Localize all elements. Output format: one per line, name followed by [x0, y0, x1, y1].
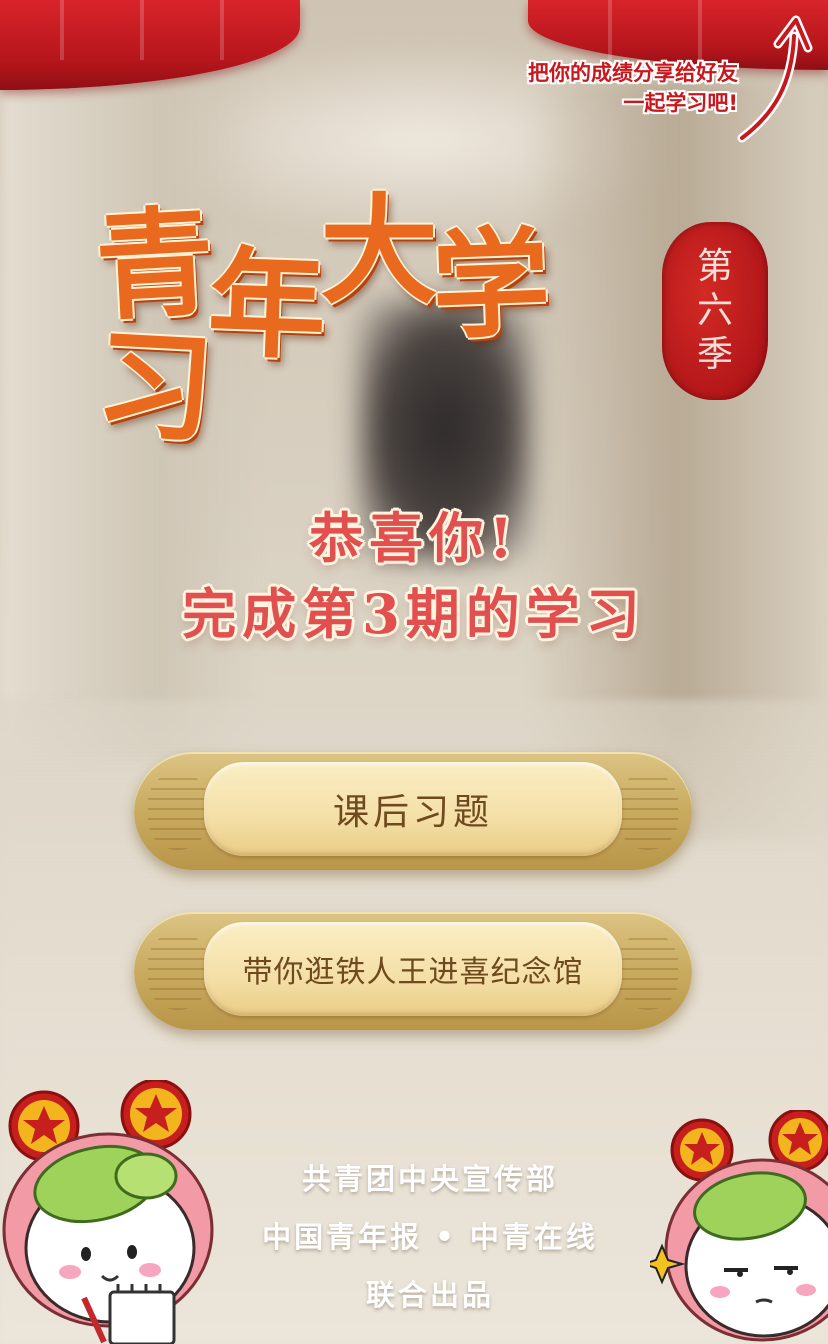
title-char: 青	[92, 192, 212, 337]
credits-line1: 共青团中央宣传部	[301, 1162, 558, 1196]
curtain-fold	[698, 0, 702, 60]
scroll-pattern	[148, 772, 208, 850]
share-hint-line2: 一起学习吧!	[623, 91, 738, 115]
credits-line2: 中国青年报 • 中青在线	[262, 1220, 598, 1254]
curtain-fold	[608, 0, 612, 60]
curtain-fold	[60, 0, 64, 60]
congrats-message: 恭喜你! 完成第3期的学习	[0, 500, 828, 652]
app-title: 青年大学习	[92, 192, 656, 459]
curtain-fold	[140, 0, 144, 60]
exercise-button[interactable]: 课后习题	[134, 752, 692, 870]
seal-char: 季	[696, 334, 733, 375]
share-arrow-icon	[737, 15, 813, 143]
scroll-pattern	[618, 932, 678, 1010]
title-char: 习	[92, 314, 212, 459]
credits: 共青团中央宣传部 中国青年报 • 中青在线 联合出品	[230, 1150, 630, 1324]
congrats-line2: 完成第3期的学习	[182, 582, 646, 646]
scroll-pattern	[148, 932, 208, 1010]
museum-tour-button[interactable]: 带你逛铁人王进喜纪念馆	[134, 912, 692, 1030]
museum-tour-button-label[interactable]: 带你逛铁人王进喜纪念馆	[204, 922, 622, 1016]
mascot-left-icon	[2, 1080, 214, 1344]
exercise-button-label[interactable]: 课后习题	[204, 762, 622, 856]
share-hint: 把你的成绩分享给好友 一起学习吧!	[528, 58, 738, 118]
credits-line3: 联合出品	[365, 1278, 494, 1312]
title-char: 学	[429, 213, 547, 356]
seal-char: 六	[696, 290, 733, 331]
congrats-line1: 恭喜你!	[309, 506, 519, 570]
title-char: 年	[205, 233, 323, 376]
scroll-pattern	[618, 772, 678, 850]
curtain-fold	[220, 0, 224, 60]
season-seal: 第 六 季	[662, 222, 768, 400]
seal-char: 第	[696, 246, 733, 287]
title-char: 大	[320, 181, 438, 320]
share-hint-line1: 把你的成绩分享给好友	[528, 61, 738, 85]
mascot-right-icon	[650, 1110, 828, 1342]
